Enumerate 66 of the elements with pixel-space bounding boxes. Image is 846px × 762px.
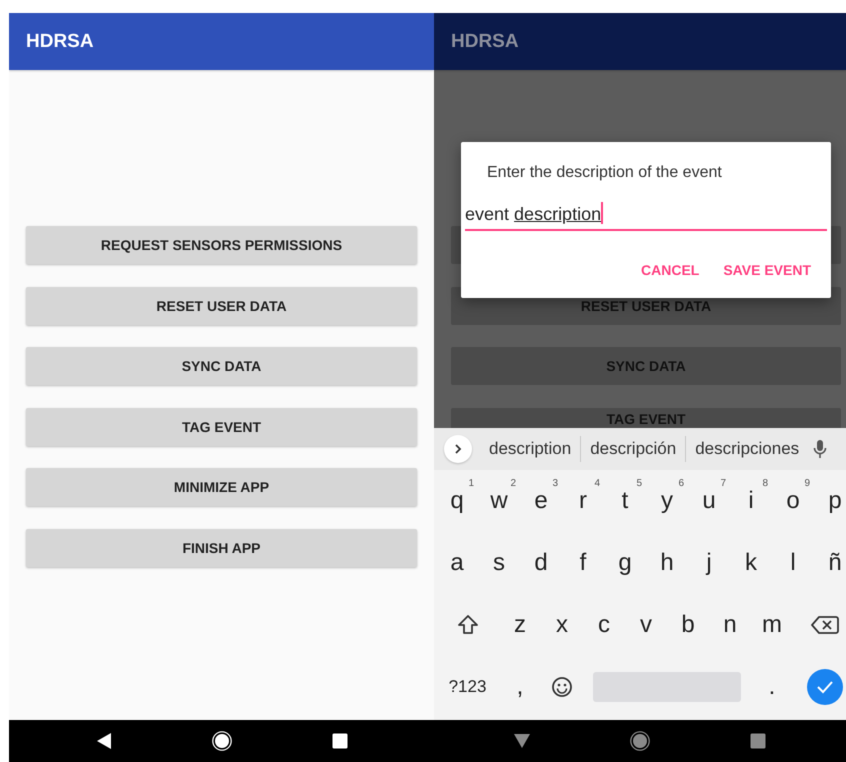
key[interactable]: j (706, 549, 712, 577)
key[interactable]: e (534, 487, 548, 515)
key[interactable]: g (618, 549, 632, 577)
recents-icon[interactable] (332, 733, 348, 749)
key-hint: 7 (720, 478, 726, 489)
key[interactable]: m (762, 611, 782, 639)
action-button[interactable]: TAG EVENT (26, 408, 417, 446)
home-icon[interactable] (212, 731, 232, 751)
key[interactable]: b (681, 611, 695, 639)
key[interactable]: f (580, 549, 586, 577)
dialog-message: Enter the description of the event (487, 164, 722, 182)
key[interactable]: y (661, 487, 673, 515)
key-hint: 6 (678, 478, 684, 489)
key[interactable]: v (640, 611, 652, 639)
key[interactable]: n (723, 611, 737, 639)
input-field[interactable]: event description (465, 202, 827, 231)
key[interactable]: z (514, 611, 526, 639)
key[interactable]: t (622, 487, 628, 515)
enter-key[interactable] (806, 669, 842, 705)
key[interactable]: d (534, 549, 548, 577)
key[interactable]: . (768, 673, 776, 701)
home-icon[interactable] (630, 731, 650, 751)
key[interactable]: l (790, 549, 796, 577)
emoji-icon[interactable] (551, 676, 573, 698)
key[interactable]: q (450, 487, 464, 515)
suggestion[interactable]: descripciones (686, 439, 808, 459)
backspace-icon[interactable] (810, 615, 838, 635)
key[interactable]: o (786, 487, 800, 515)
key[interactable]: u (702, 487, 716, 515)
key[interactable]: p (828, 487, 842, 515)
key-hint: 3 (552, 478, 558, 489)
key[interactable]: ñ (828, 549, 842, 577)
action-button[interactable]: REQUEST SENSORS PERMISSIONS (26, 226, 417, 264)
key-hint: 9 (804, 478, 810, 489)
expand-icon[interactable] (444, 435, 472, 463)
action-button[interactable]: FINISH APP (26, 528, 417, 566)
recents-icon[interactable] (750, 733, 766, 749)
app-title: HDRSA (451, 30, 519, 52)
app-title: HDRSA (26, 30, 94, 52)
check-icon (816, 680, 834, 694)
key[interactable]: i (748, 487, 754, 515)
action-button[interactable]: MINIMIZE APP (26, 468, 417, 506)
key[interactable]: c (598, 611, 610, 639)
text-cursor (601, 202, 604, 224)
key[interactable]: a (450, 549, 464, 577)
back-icon[interactable] (96, 732, 112, 750)
down-triangle-icon[interactable] (513, 733, 531, 749)
suggestion[interactable]: descripción (581, 439, 686, 459)
suggestion[interactable]: description (480, 439, 580, 459)
key[interactable]: k (745, 549, 757, 577)
key[interactable]: w (490, 487, 508, 515)
key[interactable]: , (516, 673, 524, 701)
key[interactable]: x (556, 611, 568, 639)
microphone-icon[interactable] (813, 439, 828, 459)
key[interactable]: h (660, 549, 674, 577)
symbols-key[interactable]: ?123 (448, 677, 486, 697)
key-hint: 4 (594, 478, 600, 489)
action-button[interactable]: SYNC DATA (26, 347, 417, 385)
key-hint: 8 (762, 478, 768, 489)
key-hint: 2 (510, 478, 516, 489)
key[interactable]: s (493, 549, 505, 577)
shift-icon[interactable] (456, 614, 478, 636)
key-hint: 1 (468, 478, 474, 489)
key[interactable]: r (579, 487, 587, 515)
action-button[interactable]: RESET USER DATA (26, 286, 417, 324)
key-hint: 5 (636, 478, 642, 489)
